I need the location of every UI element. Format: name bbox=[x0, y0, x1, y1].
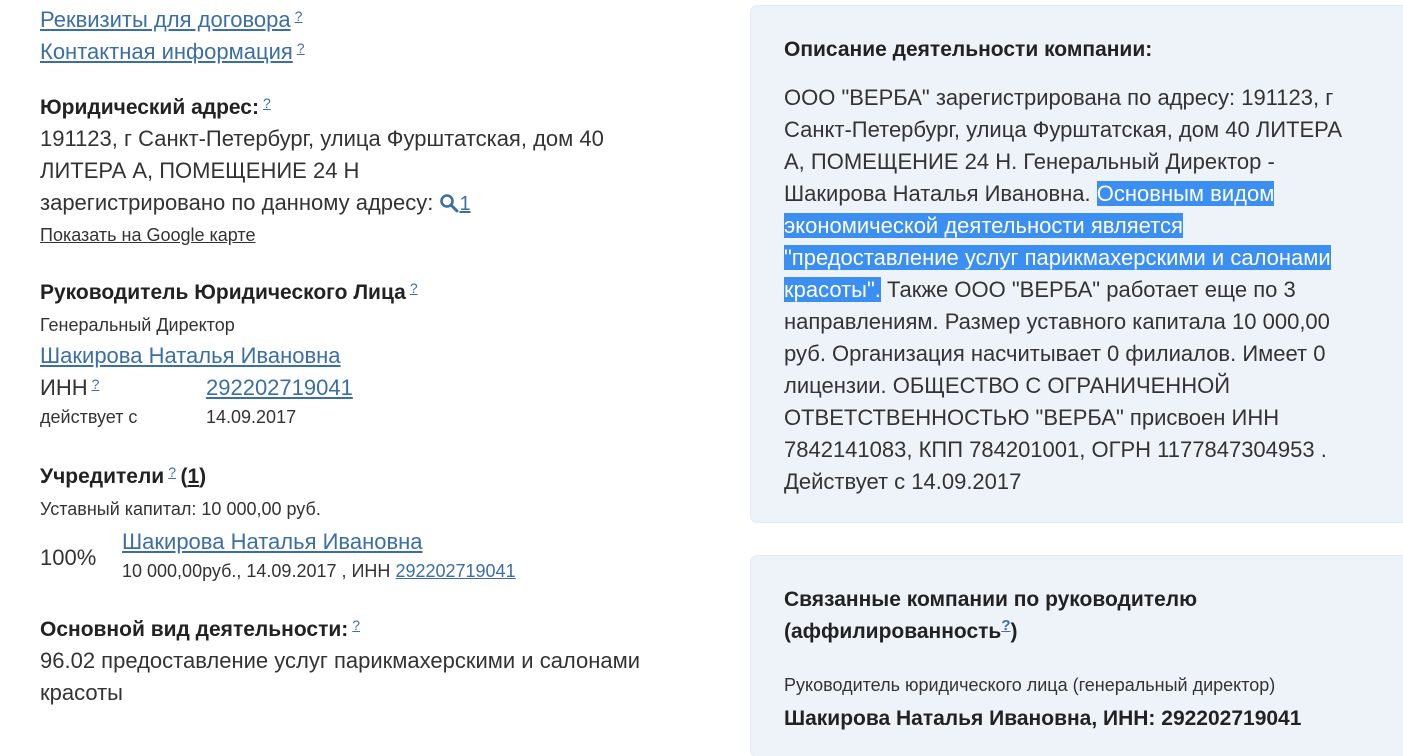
since-value: 14.09.2017 bbox=[206, 407, 297, 427]
description-line: красоты". Также ООО "ВЕРБА" работает еще… bbox=[784, 274, 1394, 306]
head-inn-link[interactable]: 292202719041 bbox=[206, 372, 353, 404]
founders-count-link[interactable]: 1 bbox=[187, 465, 199, 488]
founders-section: Учредители? (1) Уставный капитал: 10 000… bbox=[40, 462, 700, 586]
founders-heading: Учредители bbox=[40, 465, 165, 488]
affiliates-person: Шакирова Наталья Ивановна, ИНН: 29220271… bbox=[784, 707, 1302, 730]
since-label: действует с bbox=[40, 407, 138, 427]
activity-line-2: красоты bbox=[40, 680, 123, 705]
address-section: Юридический адрес:? 191123, г Санкт-Пете… bbox=[40, 93, 700, 248]
head-position: Генеральный Директор bbox=[40, 315, 235, 335]
head-inn-row: ИНН? 292202719041 bbox=[40, 372, 700, 404]
head-since-row: действует с 14.09.2017 bbox=[40, 404, 700, 436]
google-map-link[interactable]: Показать на Google карте bbox=[40, 225, 255, 245]
description-line: ОТВЕТСТВЕННОСТЬЮ "ВЕРБА" присвоен ИНН bbox=[784, 405, 1280, 430]
registered-count-link[interactable]: 1 bbox=[439, 193, 471, 215]
help-icon[interactable]: ? bbox=[410, 280, 418, 296]
founder-share: 100% bbox=[40, 545, 97, 570]
registered-at-address: зарегистрировано по данному адресу: 1 bbox=[40, 187, 700, 220]
authorized-capital: Уставный капитал: 10 000,00 руб. bbox=[40, 499, 321, 519]
founders-count-close: ) bbox=[199, 465, 207, 488]
selected-text: Основным видом bbox=[1096, 181, 1275, 206]
affiliates-heading-line-2: (аффилированность?) bbox=[784, 616, 1403, 648]
help-icon[interactable]: ? bbox=[295, 8, 303, 24]
requisites-row: Реквизиты для договора? bbox=[40, 4, 700, 36]
search-icon bbox=[440, 194, 459, 213]
head-section: Руководитель Юридического Лица? Генераль… bbox=[40, 278, 700, 436]
description-line: 7842141083, КПП 784201001, ОГРН 11778473… bbox=[784, 437, 1327, 462]
activity-section: Основной вид деятельности:? 96.02 предос… bbox=[40, 615, 700, 709]
founder-inn-link[interactable]: 292202719041 bbox=[395, 561, 515, 581]
description-line: "предоставление услуг парикмахерскими и … bbox=[784, 242, 1394, 274]
help-icon[interactable]: ? bbox=[263, 95, 271, 111]
affiliates-subtitle: Руководитель юридического лица (генераль… bbox=[784, 675, 1276, 695]
head-heading: Руководитель Юридического Лица bbox=[40, 281, 406, 304]
founder-details: 10 000,00руб., 14.09.2017 , ИНН bbox=[122, 561, 391, 581]
description-fragment: Шакирова Наталья Ивановна. bbox=[784, 181, 1097, 206]
description-line: лицензии. ОБЩЕСТВО С ОГРАНИЧЕННОЙ bbox=[784, 373, 1231, 398]
description-line: Санкт-Петербург, улица Фурштатская, дом … bbox=[784, 117, 1343, 142]
selected-text: экономической деятельности является bbox=[784, 213, 1183, 238]
activity-heading: Основной вид деятельности: bbox=[40, 618, 349, 641]
description-line: Действует с 14.09.2017 bbox=[784, 469, 1022, 494]
requisites-link[interactable]: Реквизиты для договора bbox=[40, 7, 291, 32]
description-heading: Описание деятельности компании: bbox=[784, 38, 1153, 61]
contacts-row: Контактная информация? bbox=[40, 36, 700, 68]
help-icon[interactable]: ? bbox=[1001, 617, 1010, 634]
description-text: ООО "ВЕРБА" зарегистрирована по адресу: … bbox=[784, 82, 1394, 498]
selected-text: "предоставление услуг парикмахерскими и … bbox=[784, 245, 1331, 270]
affiliates-panel: Связанные компании по руководителю (аффи… bbox=[751, 556, 1403, 756]
affiliates-heading-text: (аффилированность bbox=[784, 620, 1002, 643]
founder-name-link[interactable]: Шакирова Наталья Ивановна bbox=[122, 529, 423, 554]
registered-count: 1 bbox=[459, 193, 471, 215]
help-icon[interactable]: ? bbox=[352, 617, 360, 633]
description-line: ООО "ВЕРБА" зарегистрирована по адресу: … bbox=[784, 85, 1334, 110]
inn-label: ИНН bbox=[40, 375, 88, 400]
registered-label: зарегистрировано по данному адресу: bbox=[40, 190, 434, 215]
contacts-link[interactable]: Контактная информация bbox=[40, 39, 293, 64]
help-icon[interactable]: ? bbox=[92, 376, 100, 392]
address-line-2: ЛИТЕРА А, ПОМЕЩЕНИЕ 24 Н bbox=[40, 158, 360, 183]
affiliates-heading-close: ) bbox=[1010, 620, 1018, 643]
activity-line-1: 96.02 предоставление услуг парикмахерски… bbox=[40, 648, 641, 673]
help-icon[interactable]: ? bbox=[168, 464, 176, 480]
help-icon[interactable]: ? bbox=[297, 40, 305, 56]
description-line: А, ПОМЕЩЕНИЕ 24 Н. Генеральный Директор … bbox=[784, 149, 1275, 174]
description-panel: Описание деятельности компании: ООО "ВЕР… bbox=[751, 6, 1403, 522]
founder-row: 100% Шакирова Наталья Ивановна 10 000,00… bbox=[40, 526, 700, 586]
description-line: экономической деятельности является bbox=[784, 210, 1394, 242]
selected-text: красоты". bbox=[784, 277, 881, 302]
description-line: Шакирова Наталья Ивановна. Основным видо… bbox=[784, 178, 1394, 210]
description-line: направлениям. Размер уставного капитала … bbox=[784, 309, 1330, 334]
description-line: руб. Организация насчитывает 0 филиалов.… bbox=[784, 341, 1326, 366]
head-name-link[interactable]: Шакирова Наталья Ивановна bbox=[40, 343, 341, 368]
description-fragment: Также ООО "ВЕРБА" работает еще по 3 bbox=[880, 277, 1296, 302]
address-line-1: 191123, г Санкт-Петербург, улица Фурштат… bbox=[40, 126, 604, 151]
address-heading: Юридический адрес: bbox=[40, 96, 259, 119]
affiliates-heading-line-1: Связанные компании по руководителю bbox=[784, 588, 1198, 611]
